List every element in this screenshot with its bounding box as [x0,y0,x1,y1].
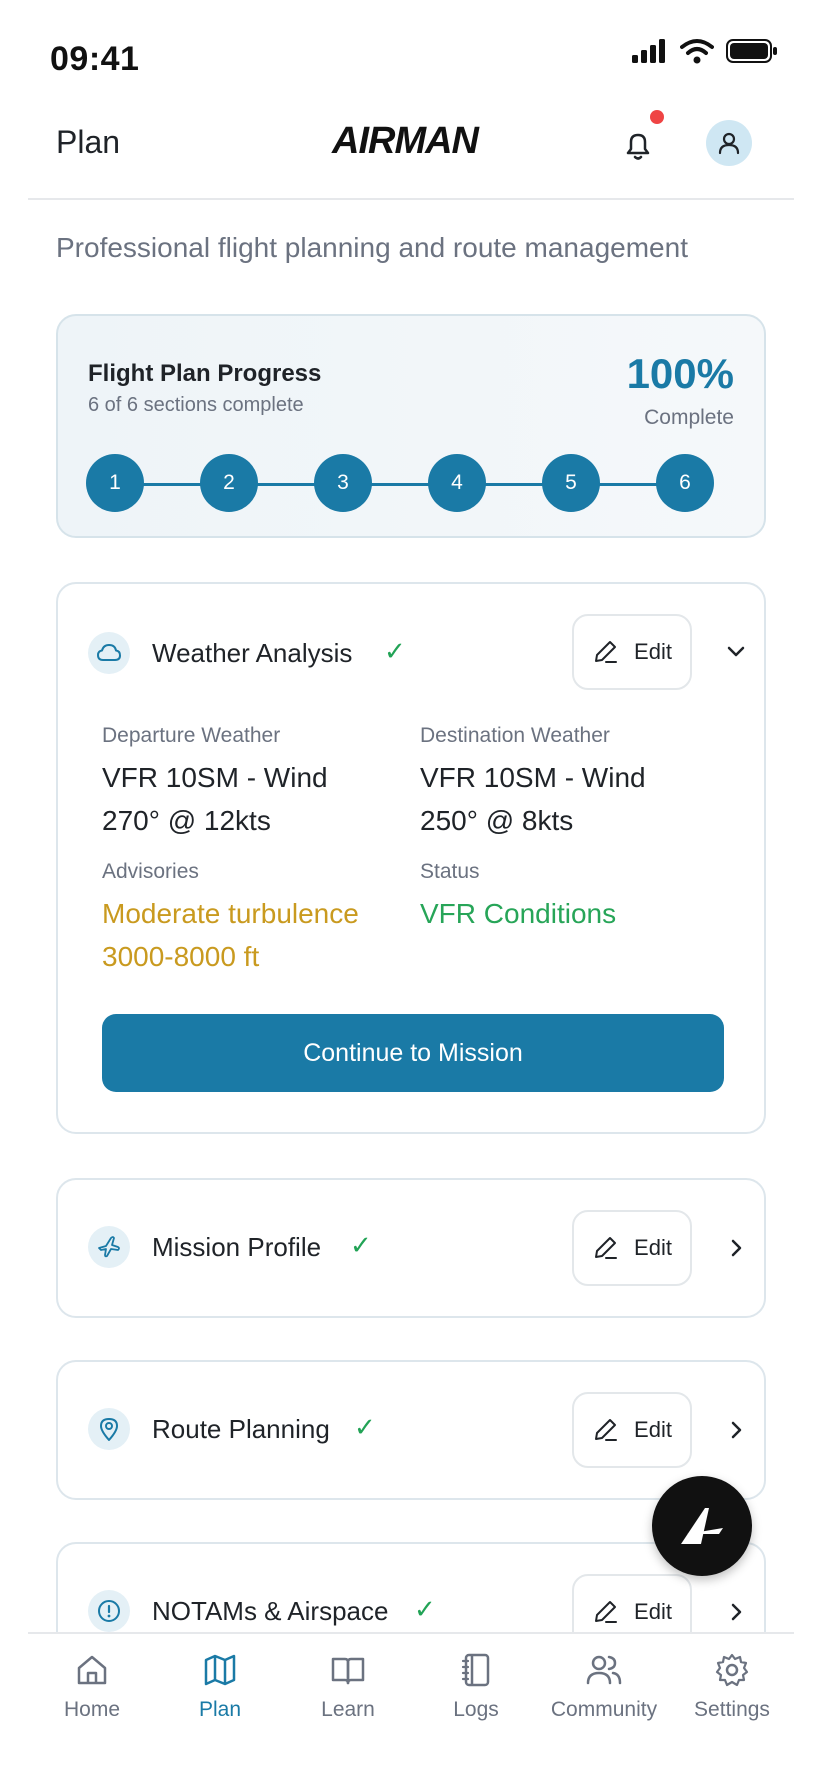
home-icon [77,1655,107,1685]
step-4[interactable]: 4 [428,454,486,512]
book-open-icon [331,1657,365,1685]
step-6[interactable]: 6 [656,454,714,512]
weather-analysis-card: Weather Analysis ✓ Edit Departure Weathe… [56,582,766,1134]
status-value: VFR Conditions [420,898,617,929]
tab-label: Settings [694,1698,770,1721]
users-icon [586,1655,622,1685]
edit-label: Edit [634,639,672,664]
battery-icon [726,39,777,63]
chevron-right-icon[interactable] [722,1234,750,1262]
step-1[interactable]: 1 [86,454,144,512]
mission-edit-button[interactable]: Edit [572,1210,692,1286]
departure-weather-label: Departure Weather [102,724,281,747]
status-icons [632,38,778,64]
tab-settings[interactable]: Settings [668,1652,796,1722]
notification-dot [650,110,664,124]
chevron-right-icon[interactable] [722,1416,750,1444]
tab-plan[interactable]: Plan [156,1652,284,1722]
bell-icon[interactable] [618,126,658,166]
route-planning-title: Route Planning [152,1414,330,1444]
notebook-icon [461,1653,490,1687]
check-icon: ✓ [350,1230,372,1260]
page-subtitle: Professional flight planning and route m… [56,232,688,263]
departure-weather-value: VFR 10SM - Wind 270° @ 12kts [102,762,328,836]
tab-label: Learn [321,1698,375,1721]
status-bar: 09:41 [0,0,824,100]
tab-community[interactable]: Community [540,1652,668,1722]
progress-percent: 100% [626,350,734,397]
page-title: Plan [56,124,121,160]
edit-label: Edit [634,1235,672,1260]
notams-airspace-title: NOTAMs & Airspace [152,1596,389,1626]
tab-label: Plan [198,1698,242,1721]
step-2[interactable]: 2 [200,454,258,512]
check-icon: ✓ [414,1594,436,1624]
tab-learn[interactable]: Learn [284,1652,412,1722]
weather-edit-button[interactable]: Edit [572,614,692,690]
route-icon-badge [88,1408,130,1450]
step-3[interactable]: 3 [314,454,372,512]
advisories-label: Advisories [102,860,199,883]
signal-icon [632,39,665,63]
check-icon: ✓ [354,1412,376,1442]
check-icon: ✓ [384,636,406,666]
assistant-fab-button[interactable] [652,1476,752,1576]
mission-icon-badge [88,1226,130,1268]
route-planning-card[interactable]: Route Planning ✓ Edit [56,1360,766,1500]
edit-label: Edit [634,1599,672,1624]
tab-home[interactable]: Home [28,1652,156,1722]
app-header: Plan AIRMAN [28,100,794,200]
progress-steps: 1 2 3 4 5 6 [86,454,716,514]
pencil-icon [595,641,618,663]
gear-icon [715,1653,749,1687]
advisories-value: Moderate turbulence 3000-8000 ft [102,898,359,972]
tab-label: Home [63,1698,121,1721]
bottom-tab-bar: Home Plan Learn Logs Community Settings [28,1632,794,1786]
notams-icon-badge [88,1590,130,1632]
destination-weather-label: Destination Weather [420,724,610,747]
chevron-right-icon[interactable] [722,1598,750,1626]
tab-label: Logs [453,1698,499,1721]
mission-profile-card[interactable]: Mission Profile ✓ Edit [56,1178,766,1318]
pencil-icon [595,1237,618,1259]
pencil-icon [595,1419,618,1441]
map-icon [204,1654,236,1686]
progress-percent-label: Complete [644,406,734,429]
airman-logo: AIRMAN [332,120,479,162]
continue-to-mission-button[interactable]: Continue to Mission [102,1014,724,1092]
alert-circle-icon [98,1600,120,1622]
destination-weather-value: VFR 10SM - Wind 250° @ 8kts [420,762,646,836]
map-pin-icon [100,1418,118,1441]
progress-sections-text: 6 of 6 sections complete [88,394,304,416]
weather-icon-badge [88,632,130,674]
user-icon [718,132,740,155]
weather-analysis-title: Weather Analysis [152,638,353,668]
progress-title: Flight Plan Progress [88,360,322,387]
avatar[interactable] [706,120,752,166]
flight-plan-progress-card: Flight Plan Progress 6 of 6 sections com… [56,314,766,538]
plane-icon [98,1236,120,1258]
tab-logs[interactable]: Logs [412,1652,540,1722]
airman-logo-icon [681,1508,723,1544]
status-label: Status [420,860,480,883]
tab-label: Community [550,1698,658,1721]
edit-label: Edit [634,1417,672,1442]
wifi-icon [680,39,714,64]
step-5[interactable]: 5 [542,454,600,512]
chevron-down-icon[interactable] [722,638,750,666]
mission-profile-title: Mission Profile [152,1232,322,1262]
status-time: 09:41 [50,40,140,78]
route-edit-button[interactable]: Edit [572,1392,692,1468]
pencil-icon [595,1601,618,1623]
cloud-icon [97,644,121,661]
